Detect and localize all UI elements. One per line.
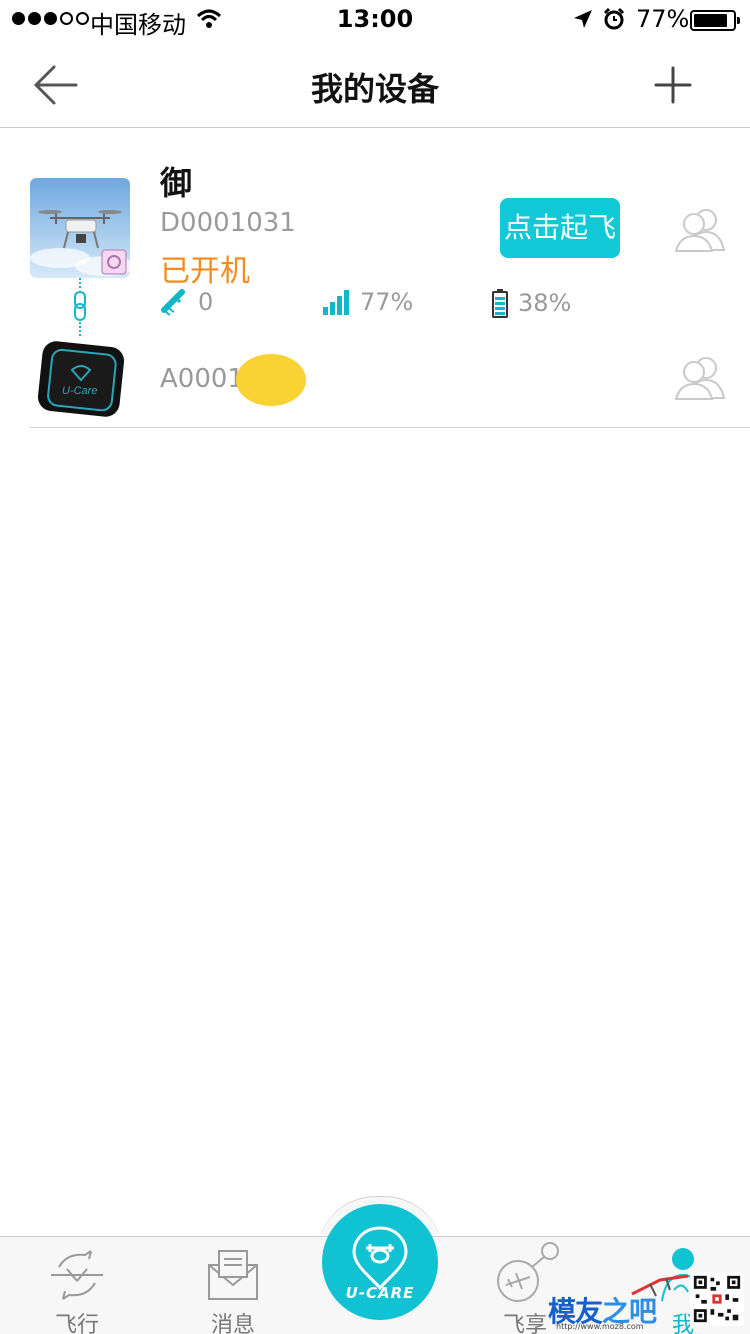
envelope-icon: [208, 1250, 258, 1300]
alarm-icon: [603, 7, 625, 30]
ucare-brand-text: U-CARE: [345, 1284, 415, 1302]
redaction-blot: [236, 354, 306, 406]
satellite-icon: [161, 289, 185, 316]
takeoff-button[interactable]: 点击起飞: [500, 198, 620, 258]
tab-messages[interactable]: 消息: [178, 1237, 288, 1334]
device-name: 御: [160, 164, 193, 202]
share-users-icon[interactable]: [674, 206, 726, 252]
divider: [30, 427, 750, 428]
ucare-center-button[interactable]: U-CARE: [322, 1204, 438, 1320]
device-id: D0001031: [160, 208, 296, 238]
qr-code-icon: [690, 1272, 744, 1326]
signal-stat: 77%: [322, 288, 413, 316]
fly-sync-icon: [51, 1250, 103, 1300]
tab-messages-label: 消息: [210, 1313, 255, 1334]
tracker-id: A0001: [160, 364, 244, 394]
gps-stat: 0: [160, 288, 213, 316]
tracker-device-thumbnail: U-Care: [37, 341, 125, 417]
battery-icon: [690, 10, 740, 31]
tab-fly[interactable]: 飞行: [22, 1237, 132, 1334]
status-bar: 中国移动 13:00 77%: [0, 0, 750, 40]
link-chain-icon: [74, 278, 86, 338]
nav-bar: 我的设备: [0, 40, 750, 128]
add-device-plus-icon[interactable]: [652, 64, 694, 106]
watermark-url: http://www.moz8.com: [556, 1322, 644, 1331]
page-title: 我的设备: [310, 70, 439, 108]
battery-percent: 77%: [636, 5, 690, 33]
share-users-icon[interactable]: [674, 354, 726, 400]
battery-level-icon: [492, 289, 508, 318]
gps-count: 0: [198, 288, 214, 316]
svg-text:U-Care: U-Care: [62, 385, 97, 397]
battery-stat: 38%: [492, 288, 571, 318]
signal-value: 77%: [360, 288, 414, 316]
drone-thumbnail: [30, 178, 130, 278]
location-arrow-icon: [574, 10, 592, 28]
tab-fly-label: 飞行: [54, 1313, 99, 1334]
signal-bars-icon: [323, 290, 349, 315]
drone-pin-icon: [352, 1226, 408, 1291]
device-status: 已开机: [160, 254, 250, 289]
battery-value: 38%: [518, 289, 572, 317]
